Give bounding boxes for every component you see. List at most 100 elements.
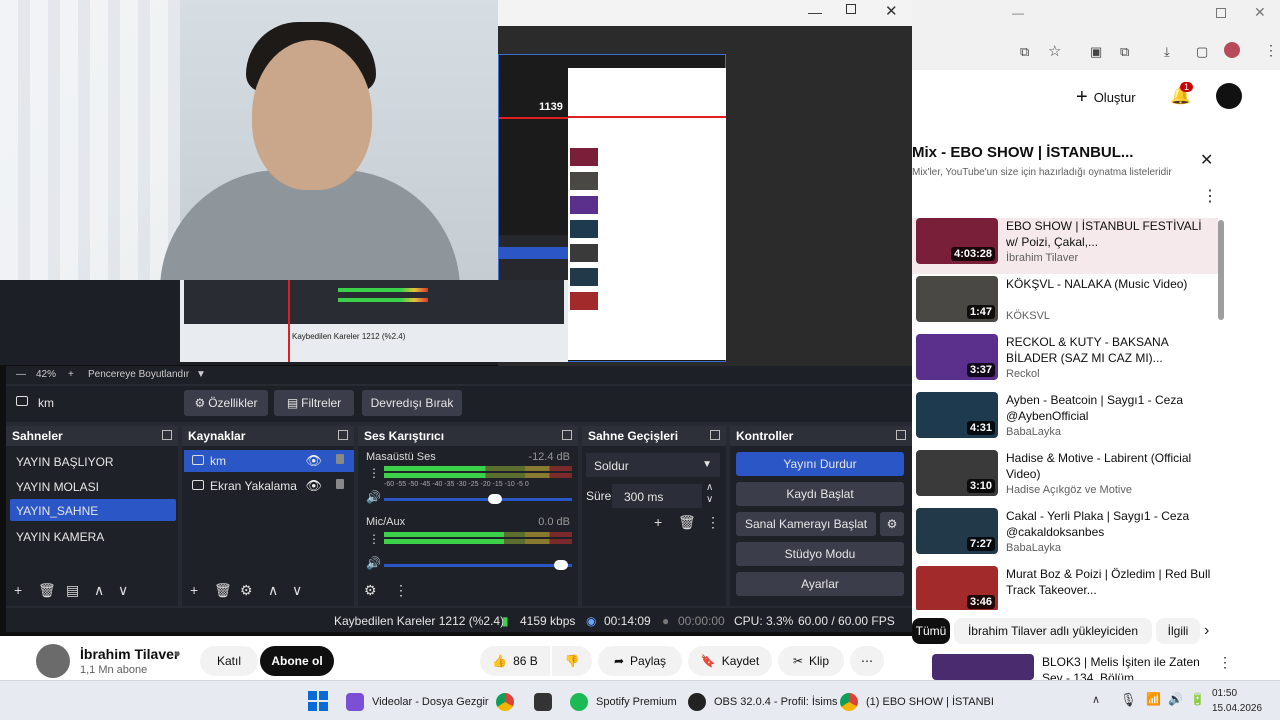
volume-slider-handle[interactable] — [554, 560, 568, 570]
taskbar-explorer[interactable]: Videolar - Dosya Gezgir — [346, 691, 489, 713]
more-icon[interactable]: ⋮ — [1202, 186, 1218, 206]
close-icon[interactable]: ✕ — [1254, 4, 1266, 21]
transition-select[interactable]: Soldur ▼ — [586, 453, 720, 477]
add-icon[interactable]: + — [654, 514, 662, 530]
duration-input[interactable]: 300 ms — [612, 484, 702, 508]
minimize-icon[interactable]: — — [1012, 6, 1024, 20]
clock-date[interactable]: 15.04.2026 — [1212, 703, 1262, 714]
volume-slider[interactable] — [384, 564, 572, 567]
chevron-right-icon[interactable]: › — [1204, 622, 1209, 640]
zoom-out-icon[interactable]: — — [16, 369, 26, 380]
virtual-camera-button[interactable]: Sanal Kamerayı Başlat — [736, 512, 876, 536]
filter-icon[interactable]: ▤ — [66, 582, 79, 599]
playlist-item[interactable]: 4:31 Ayben - Beatcoin | Saygı1 - Ceza @Ay… — [912, 392, 1222, 448]
properties-button[interactable]: ⚙ Özellikler — [184, 390, 268, 416]
zoom-dropdown-icon[interactable]: ▼ — [196, 369, 206, 380]
eye-icon[interactable]: 👁 — [305, 478, 322, 494]
video-thumbnail[interactable]: 1:47 — [916, 276, 998, 322]
trash-icon[interactable]: 🗑 — [214, 582, 232, 599]
add-icon[interactable]: + — [190, 582, 198, 598]
video-thumbnail[interactable]: 4:31 — [916, 392, 998, 438]
video-title[interactable]: EBO SHOW | İSTANBUL FESTİVALİ w/ Poizi, … — [1006, 218, 1216, 250]
down-icon[interactable]: ∨ — [292, 582, 302, 599]
mic-icon[interactable]: 🎙 — [1120, 692, 1137, 708]
scene-item-selected[interactable]: YAYIN_SAHNE — [10, 499, 176, 521]
volume-slider-handle[interactable] — [488, 494, 502, 504]
trash-icon[interactable]: 🗑 — [38, 582, 56, 599]
taskbar-davinci[interactable] — [534, 691, 560, 713]
deactivate-button[interactable]: Devredışı Bırak — [362, 390, 462, 416]
restore-icon[interactable] — [1216, 8, 1226, 18]
gear-icon[interactable]: ⚙ — [880, 512, 904, 536]
speaker-icon[interactable]: 🔊 — [366, 556, 381, 570]
menu-icon[interactable]: ⋮ — [1264, 42, 1278, 59]
video-title[interactable]: Hadise & Motive - Labirent (Official Vid… — [1006, 450, 1216, 482]
zoom-level[interactable]: 42% — [36, 369, 56, 380]
like-button[interactable]: 👍 86 B — [480, 646, 550, 676]
settings-button[interactable]: Ayarlar — [736, 572, 904, 596]
video-thumbnail[interactable]: 7:27 — [916, 508, 998, 554]
studio-mode-button[interactable]: Stüdyo Modu — [736, 542, 904, 566]
clock-time[interactable]: 01:50 — [1212, 688, 1237, 699]
close-icon[interactable]: ✕ — [1200, 150, 1213, 170]
trash-icon[interactable]: 🗑 — [678, 514, 696, 531]
speaker-icon[interactable]: 🔊 — [366, 490, 381, 504]
playlist-item[interactable]: 4:03:28 EBO SHOW | İSTANBUL FESTİVALİ w/ … — [912, 218, 1218, 274]
window-icon[interactable]: ▢ — [1196, 44, 1208, 60]
playlist-item[interactable]: 7:27 Cakal - Yerli Plaka | Saygı1 - Ceza … — [912, 508, 1222, 564]
maximize-icon[interactable] — [846, 4, 856, 14]
more-actions-button[interactable]: ⋯ — [850, 646, 884, 676]
zoom-fit[interactable]: Pencereye Boyutlandır — [88, 369, 189, 380]
playlist-item[interactable]: 3:10 Hadise & Motive - Labirent (Official… — [912, 450, 1222, 506]
taskbar-youtube[interactable]: (1) EBO SHOW | İSTANBI — [840, 691, 994, 713]
source-item[interactable]: km 👁 — [184, 450, 354, 472]
eye-icon[interactable]: 👁 — [305, 453, 322, 469]
more-icon[interactable]: ⋮ — [1218, 654, 1232, 671]
video-thumbnail[interactable]: 3:10 — [916, 450, 998, 496]
sidepanel-icon[interactable]: ▣ — [1090, 44, 1102, 60]
next-video-title[interactable]: BLOK3 | Melis İşiten ile Zaten Sey - 134… — [1042, 654, 1222, 680]
gear-icon[interactable]: ⚙ — [240, 582, 253, 599]
taskbar-spotify[interactable]: Spotify Premium — [570, 691, 677, 713]
join-button[interactable]: Katıl — [200, 646, 258, 676]
download-icon[interactable]: ⤓ — [1164, 44, 1170, 60]
avatar[interactable] — [1216, 83, 1242, 109]
volume-slider[interactable] — [384, 498, 572, 501]
chip-uploader[interactable]: İbrahim Tilaver adlı yükleyiciden — [954, 618, 1152, 644]
up-icon[interactable]: ∧ — [268, 582, 278, 599]
next-video-thumb[interactable] — [932, 654, 1034, 680]
scene-item[interactable]: YAYIN KAMERA — [10, 525, 176, 547]
battery-icon[interactable]: 🔋 — [1190, 692, 1205, 706]
lock-icon[interactable] — [336, 454, 344, 464]
video-title[interactable]: Cakal - Yerli Plaka | Saygı1 - Ceza @cak… — [1006, 508, 1216, 540]
dislike-button[interactable]: 👎 — [552, 646, 592, 676]
save-button[interactable]: 🔖 Kaydet — [688, 646, 772, 676]
video-title[interactable]: Murat Boz & Poizi | Özledim | Red Bull T… — [1006, 566, 1216, 598]
windows-start-icon[interactable] — [308, 691, 328, 711]
more-icon[interactable]: ⋮ — [706, 514, 720, 531]
zoom-in-icon[interactable]: + — [68, 369, 74, 380]
scene-item[interactable]: YAYIN BAŞLIYOR — [10, 450, 176, 472]
filters-button[interactable]: ▤ Filtreler — [274, 390, 354, 416]
video-thumbnail[interactable]: 3:46 — [916, 566, 998, 612]
channel-avatar[interactable] — [36, 644, 70, 678]
subscribe-button[interactable]: Abone ol — [260, 646, 334, 676]
source-item[interactable]: Ekran Yakalama 👁 — [184, 475, 354, 497]
video-thumbnail[interactable]: 3:37 — [916, 334, 998, 380]
up-icon[interactable]: ∧ — [94, 582, 104, 599]
share-button[interactable]: ➦ Paylaş — [598, 646, 682, 676]
scrollbar-thumb[interactable] — [1218, 220, 1224, 320]
video-title[interactable]: RECKOL & KUTY - BAKSANA BİLADER (SAZ MI … — [1006, 334, 1216, 366]
up-icon[interactable]: ∧ — [706, 482, 713, 493]
wifi-icon[interactable]: 📶 — [1146, 692, 1161, 706]
close-icon[interactable]: ✕ — [885, 2, 898, 20]
volume-icon[interactable]: 🔊 — [1168, 692, 1183, 706]
star-icon[interactable]: ☆ — [1048, 42, 1061, 60]
chevron-up-icon[interactable]: ∧ — [1092, 693, 1100, 706]
stop-stream-button[interactable]: Yayını Durdur — [736, 452, 904, 476]
more-icon[interactable]: ⋮ — [394, 582, 408, 599]
down-icon[interactable]: ∨ — [118, 582, 128, 599]
video-thumbnail[interactable]: 4:03:28 — [916, 218, 998, 264]
create-button[interactable]: + Oluştur — [1076, 84, 1184, 110]
add-icon[interactable]: + — [14, 582, 22, 598]
